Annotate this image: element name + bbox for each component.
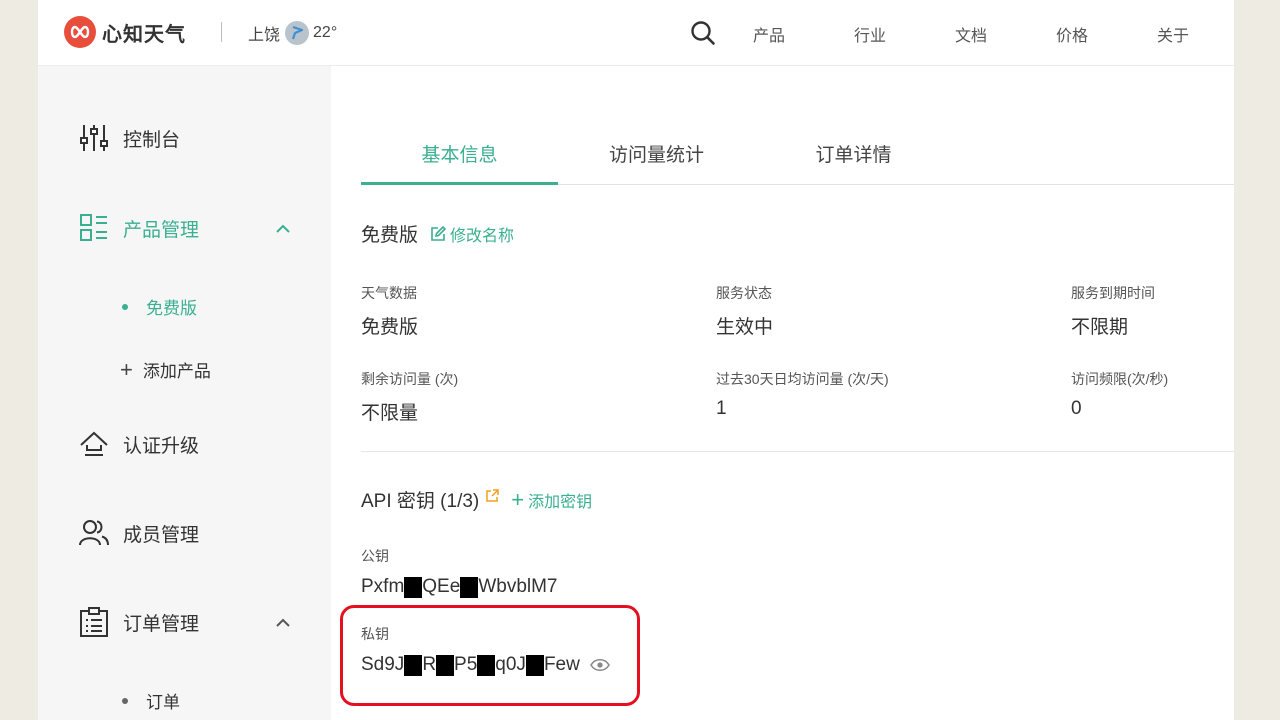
key-part: Few [543, 654, 580, 675]
field-value: 1 [716, 398, 727, 419]
field-avg30: 过去30天日均访问量 (次/天) 1 [716, 369, 889, 420]
plan-name: 免费版 [361, 225, 419, 246]
redaction-block [460, 576, 479, 598]
field-label: 服务状态 [716, 285, 772, 301]
search-icon[interactable] [690, 20, 716, 46]
field-label: 天气数据 [361, 285, 417, 301]
api-key-header: API 密钥 (1/3) + 添加密钥 [361, 486, 592, 513]
sidebar-item-upgrade[interactable]: 认证升级 [78, 428, 199, 460]
field-label: 剩余访问量 (次) [361, 371, 459, 387]
sidebar-item-members[interactable]: 成员管理 [78, 517, 199, 549]
sidebar-label-members: 成员管理 [123, 524, 200, 546]
sidebar-label-orders: 订单 [146, 693, 180, 712]
field-value: 不限期 [1071, 317, 1129, 338]
sidebar-label-free-plan: 免费版 [146, 299, 197, 318]
sliders-icon [80, 125, 108, 151]
sidebar-label-product-mgmt: 产品管理 [123, 219, 200, 241]
field-label: 服务到期时间 [1071, 285, 1155, 301]
key-part: WbvblM7 [478, 576, 558, 597]
field-service-status: 服务状态 生效中 [716, 283, 773, 339]
active-dot [122, 303, 128, 310]
location-name: 上饶 [248, 27, 281, 44]
nav-products[interactable]: 产品 [753, 22, 854, 46]
edit-icon [431, 225, 447, 241]
field-rate-limit: 访问频限(次/秒) 0 [1071, 369, 1168, 420]
main-nav: 产品 行业 文档 价格 关于 [753, 22, 1234, 46]
temperature: 22° [313, 24, 338, 41]
field-label: 过去30天日均访问量 (次/天) [716, 371, 889, 387]
grid-list-icon [80, 214, 107, 241]
field-remaining: 剩余访问量 (次) 不限量 [361, 369, 458, 425]
upload-icon [80, 431, 108, 456]
api-key-title: API 密钥 (1/3) [361, 491, 480, 512]
sidebar-label-dashboard: 控制台 [123, 129, 181, 151]
tab-bar: 基本信息 访问量统计 订单详情 [361, 140, 1234, 185]
field-expire: 服务到期时间 不限期 [1071, 283, 1155, 339]
top-navbar: 心知天气 上饶 22° 产品 行业 文档 价格 关于 [38, 0, 1234, 66]
redaction-block [436, 654, 455, 676]
bullet-dot [122, 697, 128, 704]
section-divider [361, 451, 1234, 452]
field-weather-data: 天气数据 免费版 [361, 283, 418, 339]
sidebar-item-orders-mgmt[interactable]: 订单管理 [78, 606, 199, 638]
location-weather[interactable]: 上饶 22° [248, 20, 337, 46]
field-value: 不限量 [361, 403, 419, 424]
field-value: 生效中 [716, 317, 774, 338]
tab-traffic-stats[interactable]: 访问量统计 [558, 140, 755, 185]
private-key-label: 私钥 [361, 626, 389, 642]
redaction-block [404, 576, 423, 598]
public-key-value[interactable]: Pxfm QEe WbvblM7 [361, 576, 558, 598]
app-window: 心知天气 上饶 22° 产品 行业 文档 价格 关于 控制台 产品管理 免费版 … [38, 0, 1234, 720]
plan-title: 免费版 修改名称 [361, 220, 514, 247]
public-key-label: 公钥 [361, 548, 389, 564]
sidebar-label-upgrade: 认证升级 [123, 435, 200, 457]
brand-logo[interactable]: 心知天气 [64, 16, 186, 48]
sidebar-item-orders[interactable]: 订单 [122, 688, 180, 713]
header-divider [221, 22, 222, 42]
key-part: q0J [495, 654, 526, 675]
external-link-icon[interactable] [485, 488, 499, 503]
tab-basic-info[interactable]: 基本信息 [361, 140, 558, 185]
nav-industry[interactable]: 行业 [854, 22, 955, 46]
nav-docs[interactable]: 文档 [955, 22, 1056, 46]
field-value: 0 [1071, 398, 1082, 419]
field-value: 免费版 [361, 317, 419, 338]
plus-icon: + [511, 486, 525, 512]
nav-about[interactable]: 关于 [1157, 22, 1234, 46]
users-icon [79, 520, 109, 546]
private-key-value[interactable]: Sd9J R P5 q0J Few [361, 654, 610, 676]
redaction-block [477, 654, 496, 676]
key-part: QEe [422, 576, 461, 597]
rename-label: 修改名称 [450, 227, 515, 245]
sidebar-item-add-product[interactable]: + 添加产品 [120, 357, 211, 382]
nav-pricing[interactable]: 价格 [1056, 22, 1157, 46]
sidebar-label-add-product: 添加产品 [142, 362, 211, 381]
brand-name: 心知天气 [102, 23, 186, 46]
key-part: Pxfm [361, 576, 405, 597]
clipboard-icon [80, 607, 108, 637]
main-panel: 基本信息 访问量统计 订单详情 免费版 修改名称 天气数据 免费版 服务状态 生… [331, 96, 1234, 720]
sidebar: 控制台 产品管理 免费版 + 添加产品 认证升级 成员管理 订单管理 订单 [38, 66, 331, 720]
field-label: 访问频限(次/秒) [1071, 371, 1169, 387]
key-part: R [422, 654, 437, 675]
redaction-block [404, 654, 423, 676]
key-part: Sd9J [361, 654, 405, 675]
sidebar-item-product-mgmt[interactable]: 产品管理 [78, 212, 199, 244]
add-key-button[interactable]: + 添加密钥 [511, 488, 592, 512]
weather-icon [285, 21, 310, 45]
chevron-up-icon[interactable] [274, 220, 292, 238]
eye-icon[interactable] [589, 658, 610, 672]
redaction-block [525, 654, 544, 676]
rename-button[interactable]: 修改名称 [430, 222, 514, 246]
chevron-up-icon[interactable] [274, 614, 292, 632]
logo-icon [64, 16, 96, 48]
sidebar-item-free-plan[interactable]: 免费版 [122, 294, 197, 319]
sidebar-label-orders-mgmt: 订单管理 [123, 613, 200, 635]
key-part: P5 [454, 654, 478, 675]
plus-icon: + [120, 356, 133, 382]
sidebar-item-dashboard[interactable]: 控制台 [78, 122, 180, 154]
tab-order-details[interactable]: 订单详情 [755, 140, 952, 185]
add-key-label: 添加密钥 [528, 493, 593, 511]
